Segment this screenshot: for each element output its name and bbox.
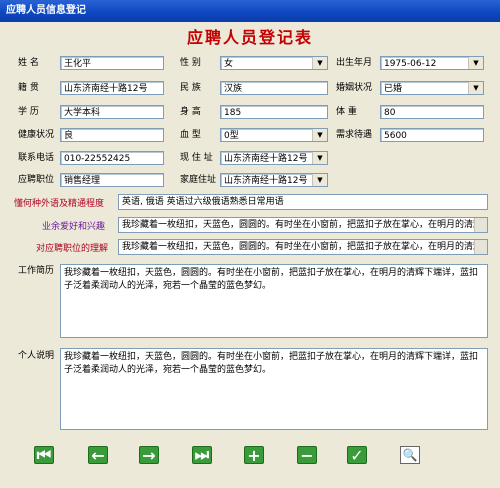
name-field[interactable]: 王化平 (60, 56, 164, 70)
home-label: 家庭住址 (180, 175, 217, 185)
chevron-down-icon[interactable]: ▼ (312, 174, 327, 186)
marital-value: 已婚 (384, 84, 403, 94)
next-record-button[interactable]: → (137, 444, 161, 466)
home-value: 山东济南经十路12号 (224, 176, 308, 186)
work-textarea[interactable]: 我珍藏着一枚纽扣，天蓝色，圆圆的。有时坐在小窗前，把蓝扣子放在掌心，在明月的清辉… (60, 264, 488, 338)
work-label: 工作简历 (18, 266, 55, 276)
hobby-input[interactable]: 我珍藏着一枚纽扣，天蓝色，圆圆的。有时坐在小窗前，把蓝扣子放在掌心，在明月的清辉 (118, 217, 488, 233)
phone-field[interactable]: 010-22552425 (60, 151, 164, 165)
search-icon: 🔍 (400, 446, 420, 464)
chevron-down-icon[interactable]: ▼ (312, 57, 327, 69)
scrollbar[interactable] (474, 218, 487, 232)
salary-field[interactable]: 5600 (380, 128, 484, 142)
address-select[interactable]: 山东济南经十路12号 ▼ (220, 151, 328, 165)
next-icon: → (139, 446, 159, 465)
chevron-down-icon[interactable]: ▼ (468, 82, 483, 94)
delete-record-button[interactable]: − (295, 444, 319, 466)
record-toolbar: ⏮ ← → ⏭ + − ✓ 🔍 (0, 436, 500, 486)
education-field[interactable]: 大学本科 (60, 105, 164, 119)
gender-select[interactable]: 女 ▼ (220, 56, 328, 70)
personal-label: 个人说明 (18, 351, 55, 361)
phone-label: 联系电话 (18, 153, 55, 163)
birth-value: 1975-06-12 (384, 59, 437, 69)
understanding-input[interactable]: 我珍藏着一枚纽扣，天蓝色，圆圆的。有时坐在小窗前，把蓝扣子放在掌心，在明月的清辉 (118, 239, 488, 255)
blood-select[interactable]: 0型 ▼ (220, 128, 328, 142)
hobby-label: 业余爱好和兴趣 (42, 222, 106, 232)
language-value: 英语, 俄语 英语过六级俄语熟悉日常用语 (122, 197, 284, 207)
minus-icon: − (297, 446, 317, 465)
origin-field[interactable]: 山东济南经十路12号 (60, 81, 164, 95)
language-input[interactable]: 英语, 俄语 英语过六级俄语熟悉日常用语 (118, 194, 488, 210)
marital-label: 婚姻状况 (336, 83, 373, 93)
gender-label: 性 别 (180, 58, 201, 68)
add-record-button[interactable]: + (242, 444, 266, 466)
height-field[interactable]: 185 (220, 105, 328, 119)
window-titlebar: 应聘人员信息登记 (0, 0, 500, 22)
chevron-down-icon[interactable]: ▼ (312, 129, 327, 141)
form-title: 应聘人员登记表 (186, 28, 313, 47)
language-label: 懂何种外语及精通程度 (14, 199, 105, 209)
chevron-down-icon[interactable]: ▼ (312, 152, 327, 164)
origin-label: 籍 贯 (18, 83, 39, 93)
understanding-label: 对应聘职位的理解 (36, 244, 109, 254)
save-record-button[interactable]: ✓ (345, 444, 369, 466)
height-label: 身 高 (180, 107, 201, 117)
address-label: 现 住 址 (180, 153, 213, 163)
search-record-button[interactable]: 🔍 (398, 444, 422, 466)
blood-value: 0型 (224, 131, 239, 141)
personal-textarea[interactable]: 我珍藏着一枚纽扣，天蓝色，圆圆的。有时坐在小窗前，把蓝扣子放在掌心，在明月的清辉… (60, 348, 488, 430)
ethnic-field[interactable]: 汉族 (220, 81, 328, 95)
prev-record-button[interactable]: ← (86, 444, 110, 466)
home-select[interactable]: 山东济南经十路12号 ▼ (220, 173, 328, 187)
health-label: 健康状况 (18, 130, 55, 140)
first-record-button[interactable]: ⏮ (32, 444, 56, 466)
gender-value: 女 (224, 59, 234, 69)
position-field[interactable]: 销售经理 (60, 173, 164, 187)
window-title: 应聘人员信息登记 (6, 5, 86, 16)
check-icon: ✓ (347, 446, 367, 465)
last-icon: ⏭ (192, 445, 212, 464)
understanding-value: 我珍藏着一枚纽扣，天蓝色，圆圆的。有时坐在小窗前，把蓝扣子放在掌心，在明月的清辉 (122, 242, 483, 252)
ethnic-label: 民 族 (180, 83, 201, 93)
scrollbar[interactable] (474, 240, 487, 254)
birth-date-picker[interactable]: 1975-06-12 ▼ (380, 56, 484, 70)
weight-field[interactable]: 80 (380, 105, 484, 119)
work-value: 我珍藏着一枚纽扣，天蓝色，圆圆的。有时坐在小窗前，把蓝扣子放在掌心，在明月的清辉… (64, 268, 479, 291)
first-icon: ⏮ (34, 445, 54, 464)
address-value: 山东济南经十路12号 (224, 154, 308, 164)
weight-label: 体 重 (336, 107, 357, 117)
health-field[interactable]: 良 (60, 128, 164, 142)
salary-label: 需求待遇 (336, 130, 373, 140)
blood-label: 血 型 (180, 130, 201, 140)
plus-icon: + (244, 446, 264, 465)
last-record-button[interactable]: ⏭ (190, 444, 214, 466)
education-label: 学 历 (18, 107, 39, 117)
prev-icon: ← (88, 446, 108, 465)
hobby-value: 我珍藏着一枚纽扣，天蓝色，圆圆的。有时坐在小窗前，把蓝扣子放在掌心，在明月的清辉 (122, 220, 483, 230)
personal-value: 我珍藏着一枚纽扣，天蓝色，圆圆的。有时坐在小窗前，把蓝扣子放在掌心，在明月的清辉… (64, 352, 479, 375)
chevron-down-icon[interactable]: ▼ (468, 57, 483, 69)
position-label: 应聘职位 (18, 175, 55, 185)
name-label: 姓 名 (18, 58, 39, 68)
birth-label: 出生年月 (336, 58, 373, 68)
marital-select[interactable]: 已婚 ▼ (380, 81, 484, 95)
